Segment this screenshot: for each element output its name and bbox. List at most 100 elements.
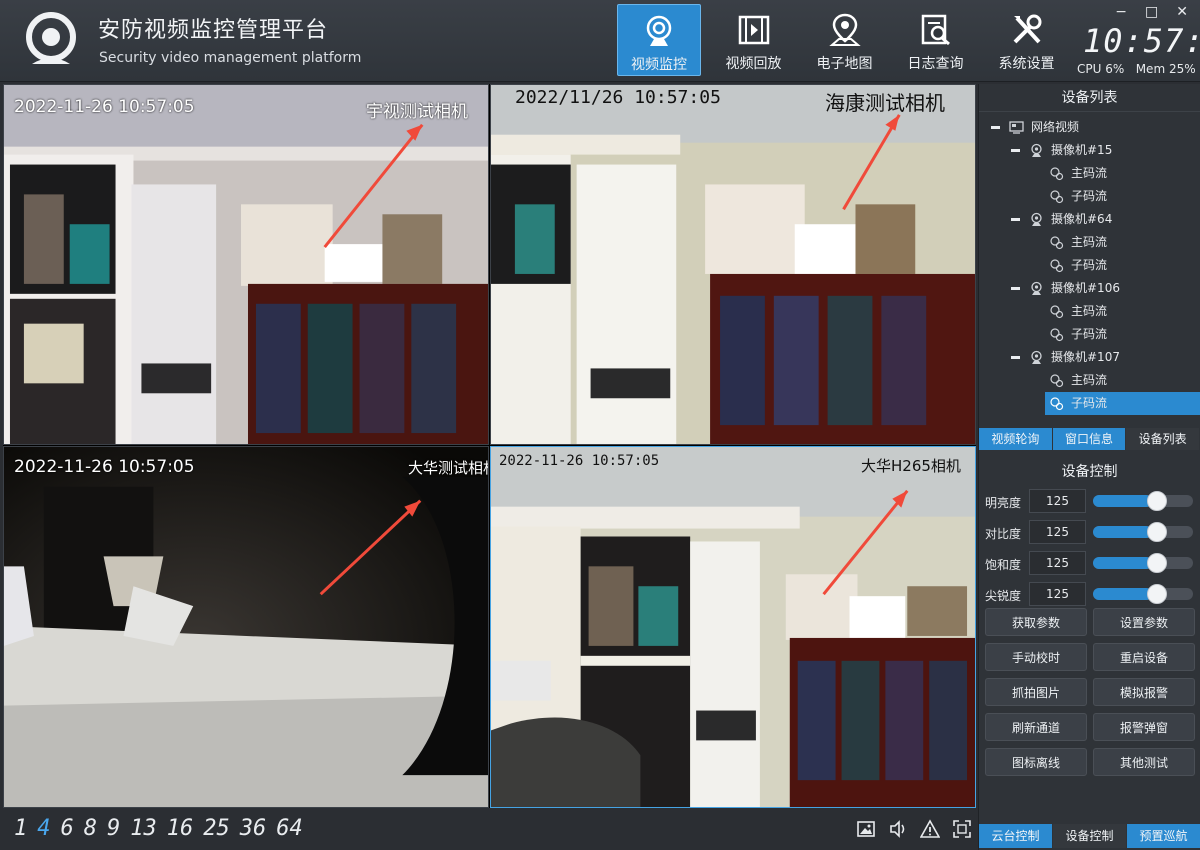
layout-9[interactable]: 9: [107, 816, 120, 841]
map-pin-icon: [828, 13, 861, 46]
simulate-alarm-button[interactable]: 模拟报警: [1093, 678, 1195, 706]
camera-feed-image: [4, 447, 488, 807]
camera-label: 摄像机#106: [1051, 281, 1120, 295]
collapse-icon[interactable]: [1011, 218, 1020, 221]
saturation-fill: [1093, 557, 1152, 569]
icon-offline-button[interactable]: 图标离线: [985, 748, 1087, 776]
webcam-logo-icon: [26, 12, 76, 64]
brightness-handle[interactable]: [1147, 491, 1168, 511]
tree-camera[interactable]: 摄像机#64: [979, 208, 1200, 231]
tree-stream[interactable]: 子码流: [979, 323, 1200, 346]
sharpness-fill: [1093, 588, 1152, 600]
tab-device-control[interactable]: 设备控制: [1053, 824, 1126, 848]
sharpness-value[interactable]: 125: [1029, 582, 1086, 606]
camera-icon: [1031, 281, 1042, 295]
device-tree: 网络视频 摄像机#15 主码流 子码流 摄像机#64 主码流 子码流 摄像机#1…: [979, 112, 1200, 424]
maximize-button[interactable]: □: [1145, 4, 1158, 20]
saturation-track[interactable]: [1093, 553, 1193, 573]
saturation-value[interactable]: 125: [1029, 551, 1086, 575]
layout-13[interactable]: 13: [130, 816, 157, 841]
sharpness-handle[interactable]: [1147, 584, 1168, 604]
video-channel-1[interactable]: 2022-11-26 10:57:05 宇视测试相机: [3, 84, 489, 445]
layout-36[interactable]: 36: [240, 816, 267, 841]
tab-preset-cruise[interactable]: 预置巡航: [1127, 824, 1200, 848]
manual-time-sync-button[interactable]: 手动校时: [985, 643, 1087, 671]
stream-icon: [1050, 397, 1064, 411]
close-button[interactable]: ✕: [1176, 4, 1188, 20]
stream-label: 子码流: [1071, 327, 1108, 341]
stream-label: 子码流: [1071, 258, 1108, 272]
nav-log-query[interactable]: 日志查询: [890, 4, 981, 76]
layout-64[interactable]: 64: [276, 816, 303, 841]
webcam-icon: [646, 15, 672, 46]
collapse-icon[interactable]: [1011, 287, 1020, 290]
right-panel: 设备列表 网络视频 摄像机#15 主码流 子码流 摄像机#64 主码流 子码流 …: [978, 84, 1200, 850]
set-params-button[interactable]: 设置参数: [1093, 608, 1195, 636]
app-title: 安防视频监控管理平台: [98, 18, 329, 43]
tree-stream[interactable]: 子码流: [979, 254, 1200, 277]
reboot-device-button[interactable]: 重启设备: [1093, 643, 1195, 671]
nav-system-settings[interactable]: 系统设置: [981, 4, 1072, 76]
alarm-popup-button[interactable]: 报警弹窗: [1093, 713, 1195, 741]
layout-8[interactable]: 8: [84, 816, 97, 841]
slider-label: 明亮度: [985, 496, 1022, 510]
tab-window-info[interactable]: 窗口信息: [1052, 428, 1126, 450]
collapse-icon[interactable]: [1011, 356, 1020, 359]
tab-device-list[interactable]: 设备列表: [1126, 428, 1200, 450]
slider-saturation: 饱和度 125: [979, 549, 1200, 580]
layout-switcher: 1 4 6 8 9 13 16 25 36 64: [14, 816, 303, 841]
tree-camera[interactable]: 摄像机#106: [979, 277, 1200, 300]
get-params-button[interactable]: 获取参数: [985, 608, 1087, 636]
refresh-channel-button[interactable]: 刷新通道: [985, 713, 1087, 741]
tree-stream[interactable]: 主码流: [979, 231, 1200, 254]
snapshot-icon[interactable]: [856, 819, 876, 839]
brightness-value[interactable]: 125: [1029, 489, 1086, 513]
camera-feed-image: [491, 447, 975, 807]
network-video-icon: [1009, 121, 1024, 134]
tree-camera[interactable]: 摄像机#15: [979, 139, 1200, 162]
video-channel-4[interactable]: 2022-11-26 10:57:05 大华H265相机: [490, 446, 976, 808]
saturation-handle[interactable]: [1147, 553, 1168, 573]
layout-25[interactable]: 25: [203, 816, 230, 841]
nav-video-monitor[interactable]: 视频监控: [617, 4, 701, 76]
tree-stream[interactable]: 主码流: [979, 162, 1200, 185]
tree-root[interactable]: 网络视频: [979, 116, 1200, 139]
tab-video-polling[interactable]: 视频轮询: [979, 428, 1052, 450]
layout-6[interactable]: 6: [61, 816, 74, 841]
osd-timestamp: 2022-11-26 10:57:05: [14, 97, 195, 117]
video-channel-2[interactable]: 2022/11/26 10:57:05 海康测试相机: [490, 84, 976, 445]
stream-icon: [1050, 328, 1064, 342]
nav-video-playback[interactable]: 视频回放: [708, 4, 799, 76]
capture-image-button[interactable]: 抓拍图片: [985, 678, 1087, 706]
tab-ptz-control[interactable]: 云台控制: [979, 824, 1052, 848]
tree-stream-selected[interactable]: 子码流: [1045, 392, 1200, 415]
contrast-handle[interactable]: [1147, 522, 1168, 542]
collapse-icon[interactable]: [1011, 149, 1020, 152]
nav-e-map[interactable]: 电子地图: [799, 4, 890, 76]
slider-label: 饱和度: [985, 558, 1022, 572]
fullscreen-icon[interactable]: [952, 819, 972, 839]
contrast-track[interactable]: [1093, 522, 1193, 542]
osd-timestamp: 2022-11-26 10:57:05: [499, 453, 660, 469]
tree-camera[interactable]: 摄像机#107: [979, 346, 1200, 369]
tree-stream[interactable]: 主码流: [979, 369, 1200, 392]
stream-icon: [1050, 259, 1064, 273]
layout-1[interactable]: 1: [14, 816, 27, 841]
layout-16[interactable]: 16: [167, 816, 194, 841]
stream-label: 主码流: [1071, 166, 1108, 180]
other-test-button[interactable]: 其他测试: [1093, 748, 1195, 776]
brightness-track[interactable]: [1093, 491, 1193, 511]
collapse-icon[interactable]: [991, 126, 1000, 129]
camera-label: 摄像机#15: [1051, 143, 1113, 157]
nav-label: 日志查询: [907, 56, 964, 72]
layout-4[interactable]: 4: [37, 816, 50, 841]
tree-stream[interactable]: 主码流: [979, 300, 1200, 323]
minimize-button[interactable]: −: [1115, 4, 1127, 20]
contrast-value[interactable]: 125: [1029, 520, 1086, 544]
video-channel-3[interactable]: 2022-11-26 10:57:05 大华测试相机: [3, 446, 489, 808]
volume-icon[interactable]: [888, 819, 908, 839]
tree-stream[interactable]: 子码流: [979, 185, 1200, 208]
alarm-icon[interactable]: [920, 819, 940, 839]
brightness-fill: [1093, 495, 1152, 507]
sharpness-track[interactable]: [1093, 584, 1193, 604]
